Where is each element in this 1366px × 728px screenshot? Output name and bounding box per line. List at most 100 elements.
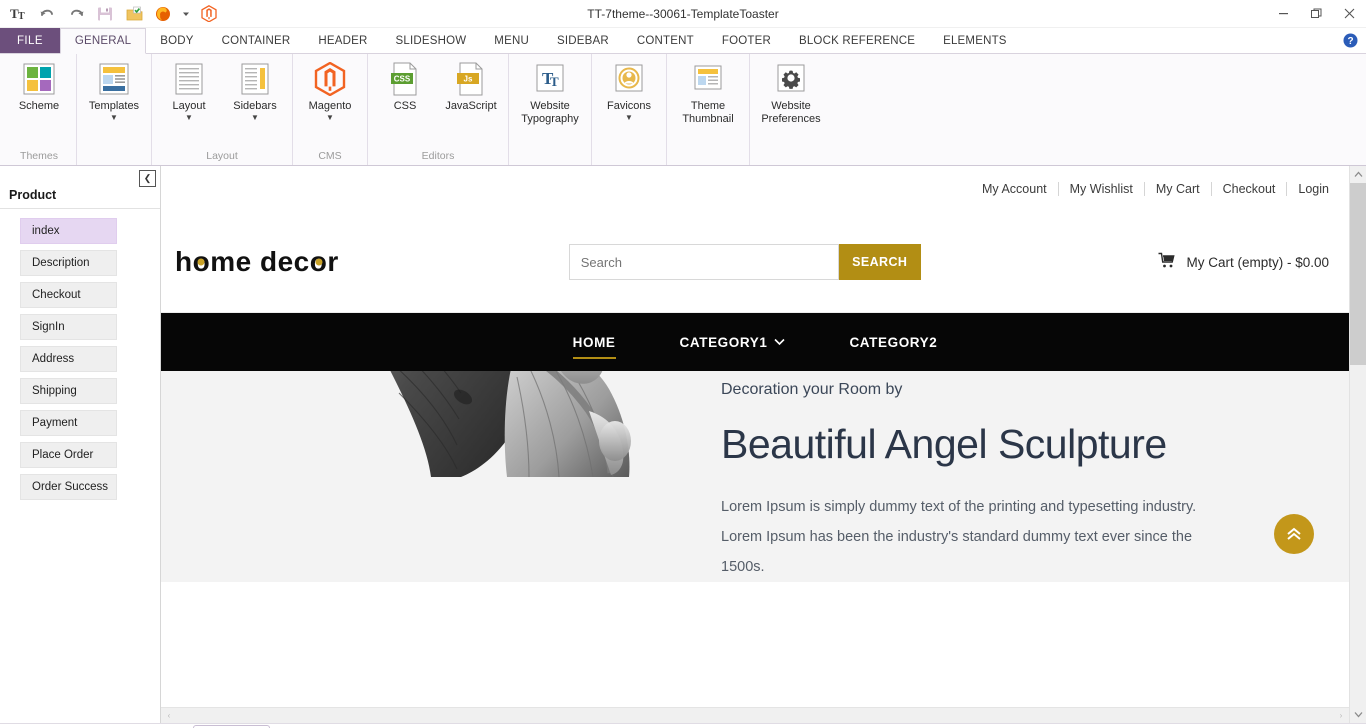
js-file-icon: Js [456,61,486,97]
tab-general[interactable]: GENERAL [60,28,146,54]
link-checkout[interactable]: Checkout [1212,182,1288,196]
favicon-icon [614,61,644,97]
tab-header[interactable]: HEADER [304,28,381,53]
sidebar-collapse-button[interactable]: ❮ [139,170,156,187]
templates-button[interactable]: Templates ▼ [81,59,147,123]
ribbon-group-editors: CSS CSS Js JavaScript Editors [368,54,509,165]
window-controls [1267,0,1366,28]
link-my-cart[interactable]: My Cart [1145,182,1212,196]
nav-item-home[interactable]: HOME [541,313,648,371]
sidebar-item-checkout[interactable]: Checkout [20,282,117,308]
nav-home-label: HOME [573,335,616,350]
group-label-typography [513,162,587,165]
tab-elements[interactable]: ELEMENTS [929,28,1021,53]
tab-content[interactable]: CONTENT [623,28,708,53]
sidebar-item-signin[interactable]: SignIn [20,314,117,340]
javascript-button[interactable]: Js JavaScript [438,59,504,115]
preview-horizontal-scrollbar[interactable]: ‹ › [161,707,1349,723]
chevron-down-icon[interactable]: ▼ [251,114,259,121]
svg-text:T: T [550,74,559,89]
sidebar-item-place-order[interactable]: Place Order [20,442,117,468]
device-bar-filler [398,724,1366,728]
css-label: CSS [394,100,417,113]
chevron-down-icon [774,338,785,347]
chevron-down-icon[interactable]: ▼ [110,114,118,121]
website-typography-button[interactable]: TT WebsiteTypography [513,59,587,128]
tab-menu[interactable]: MENU [480,28,543,53]
preview-vertical-scrollbar[interactable] [1349,166,1366,723]
theme-thumbnail-label: ThemeThumbnail [682,100,733,126]
quick-access-toolbar: TT [0,4,219,24]
maximize-button[interactable] [1300,0,1333,28]
export-icon[interactable] [124,4,144,24]
redo-icon[interactable] [66,4,86,24]
group-label-themes: Themes [6,150,72,165]
tab-sidebar[interactable]: SIDEBAR [543,28,623,53]
sidebar-item-description[interactable]: Description [20,250,117,276]
sidebar-item-address[interactable]: Address [20,346,117,372]
chevron-down-icon[interactable]: ▼ [185,114,193,121]
css-file-icon: CSS [390,61,420,97]
website-preferences-button[interactable]: WebsitePreferences [754,59,828,128]
tab-slideshow[interactable]: SLIDESHOW [381,28,480,53]
magento-icon[interactable] [199,4,219,24]
group-label-layout: Layout [156,150,288,165]
sidebars-button[interactable]: Sidebars ▼ [222,59,288,123]
tab-body[interactable]: BODY [146,28,207,53]
sidebar-item-shipping[interactable]: Shipping [20,378,117,404]
undo-icon[interactable] [37,4,57,24]
tab-footer[interactable]: FOOTER [708,28,785,53]
link-my-account[interactable]: My Account [971,182,1059,196]
sidebar-item-order-success[interactable]: Order Success [20,474,117,500]
typography-icon[interactable]: TT [8,4,28,24]
close-button[interactable] [1333,0,1366,28]
svg-text:?: ? [1347,36,1353,47]
magento-label: Magento [309,100,352,113]
page-sidebar: ❮ Product index Description Checkout Sig… [0,166,161,723]
preview-header: home decor SEARCH My Cart (empty) - $0.0… [161,212,1349,313]
vscroll-down-arrow[interactable] [1350,706,1366,723]
link-my-wishlist[interactable]: My Wishlist [1059,182,1145,196]
logo-dot-1: o [193,246,211,278]
chevron-down-icon[interactable]: ▼ [625,114,633,121]
sidebar-item-index[interactable]: index [20,218,117,244]
help-icon[interactable]: ? [1343,28,1358,53]
search-input[interactable] [569,244,839,280]
cart-summary[interactable]: My Cart (empty) - $0.00 [1158,252,1329,272]
favicons-button[interactable]: Favicons ▼ [596,59,662,123]
firefox-preview-icon[interactable] [153,4,173,24]
nav-item-category1[interactable]: CATEGORY1 [648,313,818,371]
tab-block-reference[interactable]: BLOCK REFERENCE [785,28,929,53]
preview-hero-slide: Decoration your Room by Beautiful Angel … [161,371,1349,582]
hscroll-left-arrow[interactable]: ‹ [161,708,177,724]
group-label-editors: Editors [372,150,504,165]
svg-text:Js: Js [464,75,473,84]
link-login[interactable]: Login [1287,182,1329,196]
vscroll-track[interactable] [1350,183,1366,706]
nav-item-category2[interactable]: CATEGORY2 [817,313,969,371]
site-logo[interactable]: home decor [175,246,339,278]
vscroll-up-arrow[interactable] [1350,166,1366,183]
search-button[interactable]: SEARCH [839,244,921,280]
chevron-down-icon[interactable]: ▼ [326,114,334,121]
title-bar: TT TT-7theme--30061-TemplateToaster [0,0,1366,28]
save-icon[interactable] [95,4,115,24]
scheme-button[interactable]: Scheme [6,59,72,115]
preview-main-nav: HOME CATEGORY1 CATEGORY2 [161,313,1349,371]
tab-container[interactable]: CONTAINER [208,28,305,53]
hscroll-right-arrow[interactable]: › [1333,708,1349,724]
logo-text-part1: h [175,246,193,277]
layout-button[interactable]: Layout ▼ [156,59,222,123]
scheme-label: Scheme [19,100,59,113]
css-button[interactable]: CSS CSS [372,59,438,115]
search-form: SEARCH [569,244,921,280]
theme-thumbnail-button[interactable]: ThemeThumbnail [671,59,745,128]
sidebar-item-payment[interactable]: Payment [20,410,117,436]
browser-dropdown-caret[interactable] [182,4,190,24]
tab-file[interactable]: FILE [0,28,60,53]
scroll-to-top-button[interactable] [1274,514,1314,554]
minimize-button[interactable] [1267,0,1300,28]
vscroll-thumb[interactable] [1350,183,1366,365]
javascript-label: JavaScript [445,100,496,113]
magento-button[interactable]: Magento ▼ [297,59,363,123]
